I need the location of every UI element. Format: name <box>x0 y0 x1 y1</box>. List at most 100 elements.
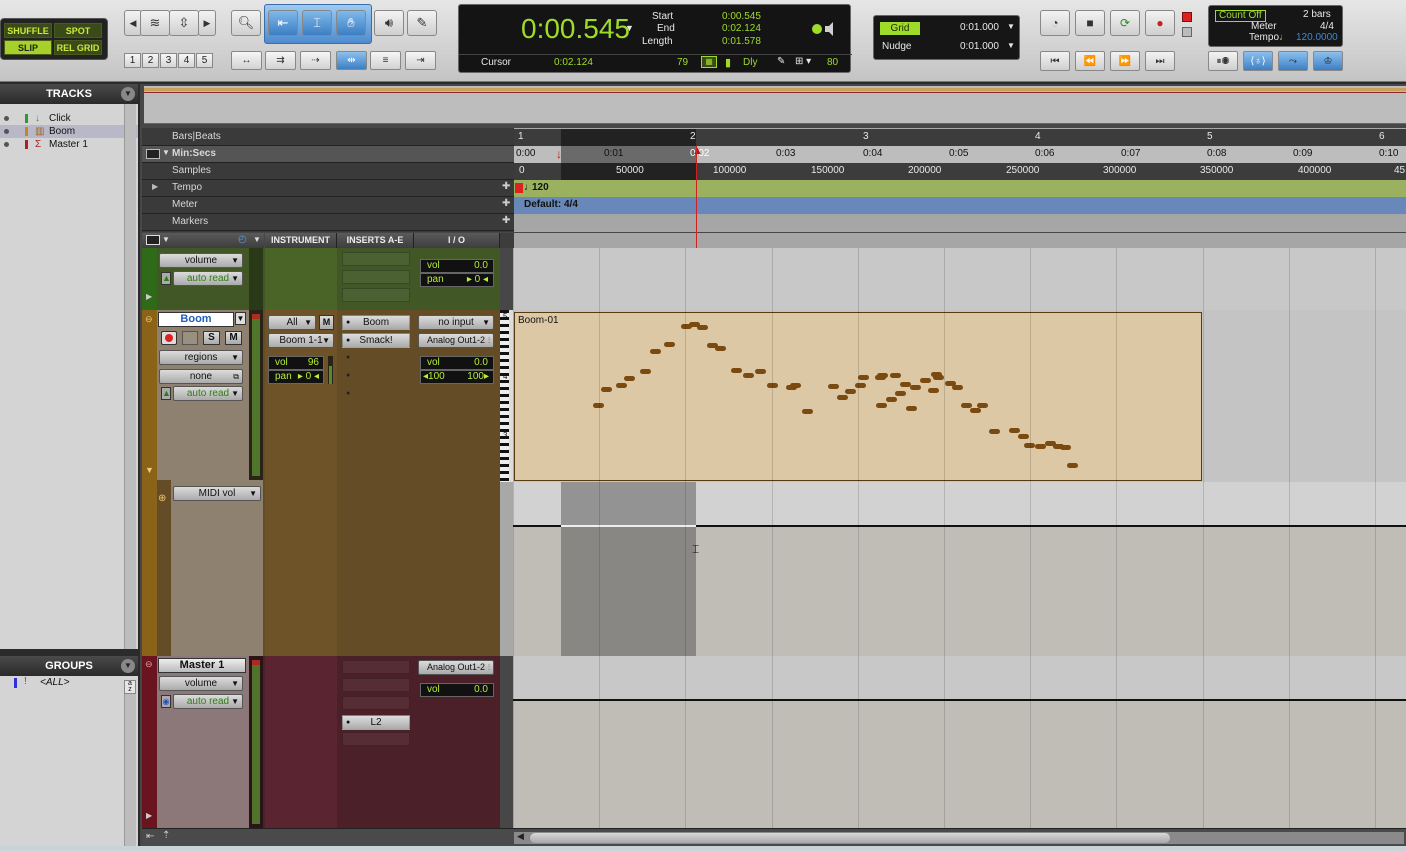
midi-note[interactable] <box>828 384 839 389</box>
click-track-view-selector[interactable]: volume ▼ <box>159 253 243 268</box>
rel-grid-mode-button[interactable]: REL GRID <box>54 40 102 55</box>
midi-note[interactable] <box>1009 428 1020 433</box>
keyboard-focus-icon[interactable]: ⇥ <box>405 51 436 70</box>
bars-beats-timeline[interactable]: 1 2 3 4 5 6 <box>514 129 1406 146</box>
grabber-tool-icon[interactable]: ✋︎ <box>336 10 366 36</box>
nudge-value[interactable]: 0:01.000 <box>960 41 999 52</box>
ruler-options-icon[interactable] <box>146 149 160 159</box>
playhead-clock-icon[interactable]: ◴ <box>238 234 247 245</box>
groups-menu-icon[interactable]: ▼ <box>121 659 135 673</box>
track-height-zoom-icon[interactable]: ⇳ <box>169 10 199 36</box>
master-insert-slot-e[interactable] <box>342 732 410 746</box>
delay-icon[interactable]: ▮ <box>725 56 731 69</box>
master-track-expand-icon[interactable]: ▶ <box>146 811 152 820</box>
boom-track-height-icon[interactable]: ▼ <box>145 465 154 475</box>
instrument-mute-button[interactable]: M <box>319 315 334 330</box>
record-mode-indicator[interactable] <box>1182 12 1192 22</box>
midi-note[interactable] <box>877 373 888 378</box>
boom-track-playlist[interactable]: Boom-01 <box>513 310 1406 482</box>
track-list-item-boom[interactable]: ▥ Boom <box>0 125 138 138</box>
pencil-shape-icon[interactable]: ✎ <box>777 56 785 67</box>
scroll-to-start-icon[interactable]: ⇤ <box>146 831 154 842</box>
horizontal-scroll-track[interactable]: ◀ <box>514 831 1404 844</box>
midi-note[interactable] <box>715 346 726 351</box>
midi-note[interactable] <box>697 325 708 330</box>
click-track-header[interactable]: ▶ volume ▼ ▲ auto read ▼ vol 0.0 pan ▸ 0 ◂ <box>142 248 500 310</box>
empty-insert-d-icon[interactable]: ● <box>346 372 350 379</box>
view-dropdown-icon[interactable]: ▼ <box>162 235 170 244</box>
insert-slot-a[interactable]: ● Boom <box>342 315 410 330</box>
midi-note[interactable] <box>755 369 766 374</box>
boom-track-group-selector[interactable]: none ⧉ <box>159 369 243 384</box>
click-volume-display[interactable]: vol 0.0 <box>420 259 494 273</box>
midi-note[interactable] <box>601 387 612 392</box>
samples-timeline[interactable]: 0 50000 100000 150000 200000 250000 3000… <box>514 163 1406 180</box>
midi-note[interactable] <box>1067 463 1078 468</box>
go-to-end-icon[interactable]: ⏭ <box>1145 51 1175 71</box>
track-visible-dot-icon[interactable] <box>4 129 9 134</box>
ruler-dropdown-icon[interactable]: ▼ <box>162 148 170 157</box>
waveform-zoom-icon[interactable]: ≋ <box>140 10 170 36</box>
midi-note[interactable] <box>920 378 931 383</box>
stop-icon[interactable]: ■ <box>1075 10 1105 36</box>
grid-label[interactable]: Grid <box>880 22 920 35</box>
nudge-dropdown-icon[interactable]: ▼ <box>1007 41 1015 50</box>
return-to-zero-icon[interactable]: ⏮ <box>1040 51 1070 71</box>
linearity-icon[interactable]: ⊞ ▾ <box>795 56 811 67</box>
midi-note[interactable] <box>624 376 635 381</box>
track-list-item-click[interactable]: ↓ Click <box>0 112 138 125</box>
main-counter-value[interactable]: 0:00.545 <box>521 13 630 45</box>
insert-slot-b[interactable]: ● Smack! <box>342 333 410 348</box>
fast-forward-icon[interactable]: ⏩ <box>1110 51 1140 71</box>
midi-input-indicator-icon[interactable] <box>811 19 835 37</box>
zoom-in-icon[interactable]: ▶ <box>198 10 216 36</box>
add-tempo-icon[interactable]: ✚ <box>502 181 510 192</box>
midi-note[interactable] <box>845 389 856 394</box>
midi-device-selector[interactable]: Boom 1-1 ▼ <box>268 333 334 348</box>
midi-note[interactable] <box>876 403 887 408</box>
master-insert-slot-c[interactable] <box>342 696 410 710</box>
mute-button[interactable]: M <box>225 331 242 345</box>
add-lane-icon[interactable]: ⊕ <box>158 493 166 504</box>
midi-note[interactable] <box>1060 445 1071 450</box>
time-selection[interactable] <box>561 482 696 656</box>
master-output-selector[interactable]: Analog Out1-2 ⫶ <box>418 660 494 675</box>
master-insert-slot-d[interactable]: ● L2 <box>342 715 410 730</box>
wait-for-note-icon[interactable]: ⏸◉ <box>1208 51 1238 71</box>
min-secs-timeline[interactable]: 0:00 0:01 0:02 0:03 0:04 0:05 0:06 0:07 … <box>514 146 1406 163</box>
tempo-timeline[interactable]: ♩ 120 <box>514 180 1406 197</box>
selector-tool-icon[interactable]: ⌶ <box>302 10 332 36</box>
midi-note[interactable] <box>977 403 988 408</box>
loop-play-icon[interactable]: ⟳ <box>1110 10 1140 36</box>
tab-to-transient-icon[interactable]: ↔ <box>231 51 262 70</box>
zoom-preset-4[interactable]: 4 <box>178 53 195 68</box>
midi-merge-icon[interactable]: ⤳ <box>1278 51 1308 71</box>
boom-track-view-selector[interactable]: regions ▼ <box>159 350 243 365</box>
groups-list-scrollbar[interactable] <box>124 694 136 851</box>
tempo-marker-icon[interactable] <box>515 183 523 193</box>
add-meter-icon[interactable]: ✚ <box>502 198 510 209</box>
click-insert-slot[interactable] <box>342 252 410 266</box>
master-track-view-selector[interactable]: volume ▼ <box>159 676 243 691</box>
midi-note[interactable] <box>961 403 972 408</box>
insertion-follows-playback-icon[interactable]: ⇹ <box>336 51 367 70</box>
boom-stereo-pan-display[interactable]: ◂100 100▸ <box>420 370 494 384</box>
midi-note[interactable] <box>910 385 921 390</box>
solo-button[interactable]: S <box>203 331 220 345</box>
track-visible-dot-icon[interactable] <box>4 142 9 147</box>
horizontal-scroll-thumb[interactable] <box>530 833 1170 843</box>
master-insert-slot-b[interactable] <box>342 678 410 692</box>
input-selector[interactable]: no input ▼ <box>418 315 494 330</box>
boom-track-name-field[interactable]: Boom <box>158 312 234 327</box>
markers-timeline[interactable] <box>514 214 1406 231</box>
sort-az-icon[interactable]: az <box>124 680 136 694</box>
boom-volume-display[interactable]: vol 0.0 <box>420 356 494 370</box>
midi-note[interactable] <box>837 395 848 400</box>
tempo-marker-value[interactable]: 120 <box>532 182 549 193</box>
midi-channel-selector[interactable]: All ▼ <box>268 315 316 330</box>
nudge-label[interactable]: Nudge <box>882 41 911 52</box>
midi-note[interactable] <box>664 342 675 347</box>
length-value[interactable]: 0:01.578 <box>722 36 761 47</box>
midi-volume-lane[interactable]: ⌶ <box>513 482 1406 656</box>
midi-note[interactable] <box>906 406 917 411</box>
